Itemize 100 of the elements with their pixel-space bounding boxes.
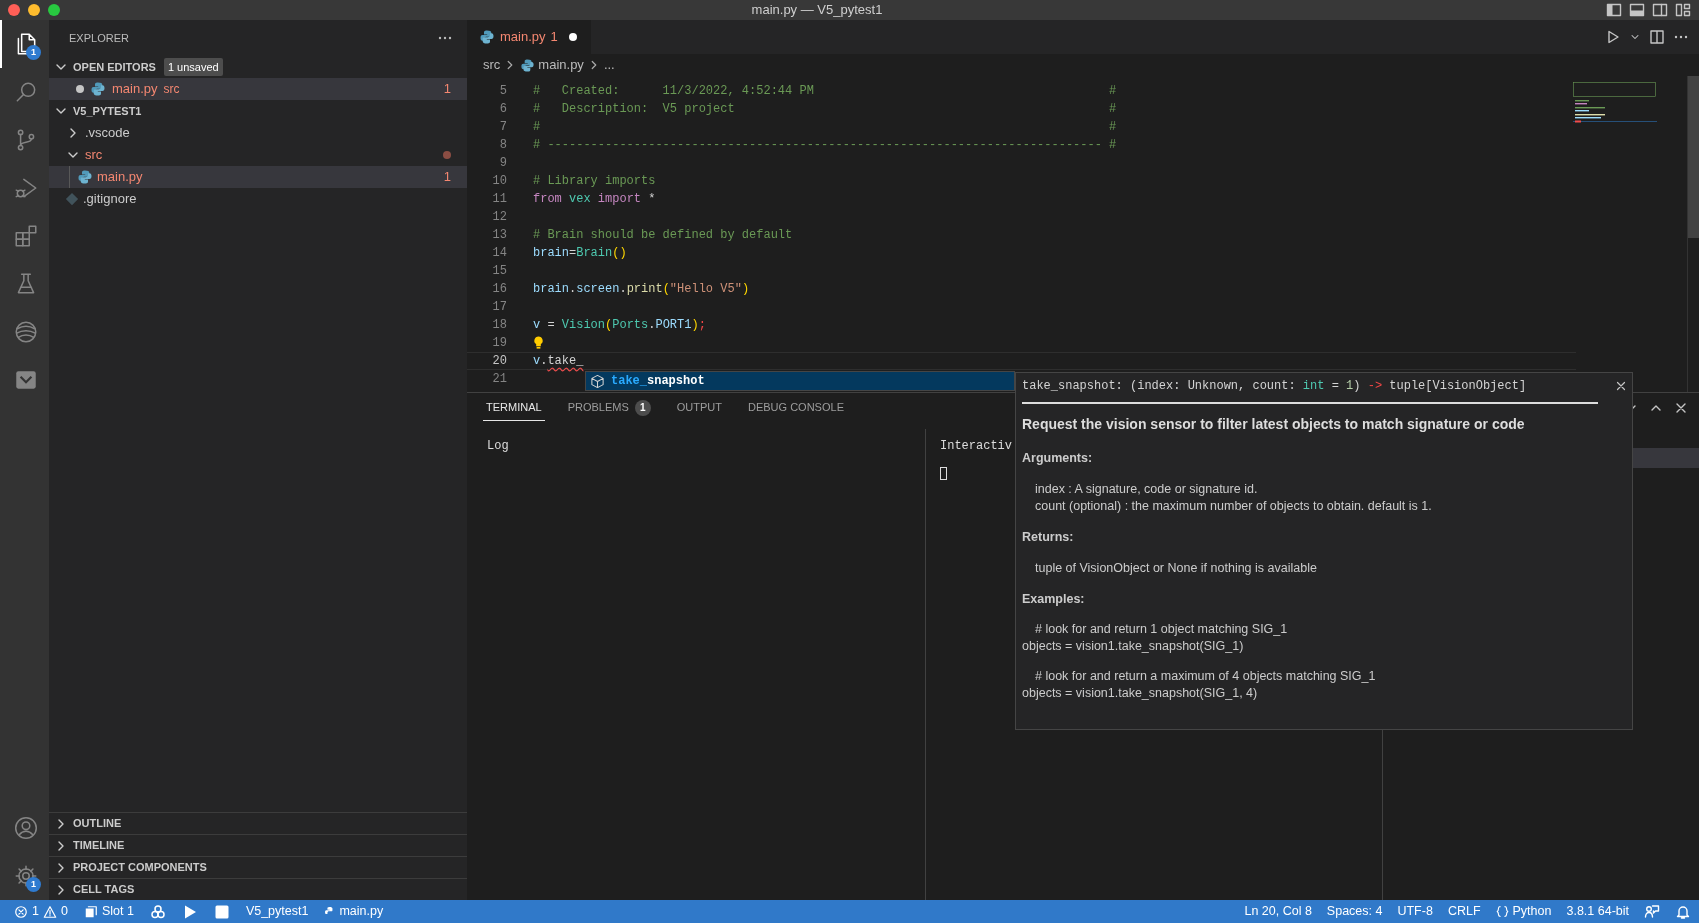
breadcrumb-item[interactable]: ... — [603, 55, 615, 75]
doc-text: # look for and return a maximum of 4 objects matching SIG_1 — [1034, 668, 1376, 686]
section-header[interactable]: TIMELINE — [49, 834, 467, 856]
line-number: 20 — [491, 353, 507, 370]
section-header[interactable]: OUTLINE — [49, 812, 467, 834]
panel-tab[interactable]: DEBUG CONSOLE — [745, 395, 847, 421]
language-name: Python — [1512, 903, 1552, 921]
slot-status[interactable]: Slot 1 — [83, 902, 134, 921]
doc-text: index : A signature, code or signature id. — [1034, 480, 1258, 498]
file-name: .gitignore — [83, 190, 137, 209]
line-number: 5 — [498, 83, 507, 100]
minimize-window-button[interactable] — [28, 4, 40, 16]
open-editor-item[interactable]: main.py src 1 — [49, 78, 467, 100]
close-window-button[interactable] — [8, 4, 20, 16]
line-number: 18 — [491, 317, 507, 334]
status-item[interactable]: CRLF — [1447, 902, 1481, 921]
tree-item[interactable]: .vscode — [49, 122, 467, 144]
status-item[interactable]: UTF-8 — [1397, 902, 1433, 921]
panel-tab[interactable]: OUTPUT — [673, 395, 725, 421]
feedback-icon[interactable] — [1644, 903, 1660, 920]
code-line: # Brain should be defined by default — [533, 227, 793, 244]
breadcrumb-item[interactable]: main.py — [538, 55, 584, 75]
suggestion-text: take_snapshot — [611, 373, 705, 390]
line-number: 17 — [491, 299, 507, 316]
language-status[interactable]: Python — [1495, 902, 1552, 921]
diamond-icon — [65, 192, 79, 206]
line-number: 6 — [498, 101, 507, 118]
line-number: 13 — [491, 227, 507, 244]
layout-icon[interactable] — [1675, 2, 1691, 18]
line-number: 14 — [491, 245, 507, 262]
file-name: main.py — [339, 903, 384, 921]
doc-text: objects = vision1.take_snapshot(SIG_1, 4) — [1022, 685, 1258, 703]
error-count: 1 — [32, 903, 39, 921]
error-icon — [14, 904, 28, 919]
manage-button[interactable]: 1 — [0, 852, 49, 900]
split-editor-icon[interactable] — [1649, 29, 1665, 45]
file-name: main.py — [112, 80, 158, 99]
line-number: 8 — [498, 137, 507, 154]
editor-tab[interactable]: main.py 1 — [467, 20, 591, 54]
comment-text: # — [1109, 83, 1117, 100]
lightbulb-icon[interactable] — [531, 335, 546, 350]
section-header[interactable]: OPEN EDITORS 1 unsaved — [49, 56, 467, 78]
code-line: from vex import * — [533, 191, 656, 208]
window-title: main.py — V5_pytest1 — [750, 1, 884, 20]
error-dot — [443, 151, 451, 159]
secondary-sidebar-icon[interactable] — [1652, 2, 1668, 18]
status-item[interactable]: Spaces: 4 — [1326, 902, 1383, 921]
scrollbar-thumb[interactable] — [1688, 76, 1699, 238]
code-line: # — [533, 119, 541, 136]
file-status[interactable]: main.py — [324, 902, 384, 921]
doc-label: Returns: — [1022, 528, 1074, 546]
slot-label: Slot 1 — [101, 903, 134, 921]
status-item[interactable]: Ln 20, Col 8 — [1244, 902, 1312, 921]
doc-heading: Request the vision sensor to filter latest objects to match signature or code — [1022, 415, 1526, 434]
python-icon — [77, 169, 93, 185]
doc-text: count (optional) : the maximum number of objects to obtain. default is 1. — [1034, 497, 1432, 515]
doc-text: tuple of VisionObject or None if nothing is available — [1034, 559, 1317, 577]
bell-icon[interactable] — [1675, 903, 1691, 920]
python-icon — [520, 57, 536, 73]
stop-icon[interactable] — [213, 903, 230, 920]
python-icon — [479, 29, 495, 45]
line-number: 16 — [491, 281, 507, 298]
section-header[interactable]: PROJECT COMPONENTS — [49, 856, 467, 878]
tree-item[interactable]: main.py 1 — [49, 166, 467, 188]
close-icon[interactable] — [1614, 379, 1628, 393]
cluster-icon[interactable] — [149, 903, 166, 920]
code-line: # Description: V5 project — [533, 101, 735, 118]
count-badge: 1 — [634, 399, 651, 416]
line-number: 12 — [491, 209, 507, 226]
unsaved-badge: 1 unsaved — [163, 57, 223, 77]
section-header[interactable]: V5_PYTEST1 — [49, 100, 467, 122]
code-line: v.take_ — [533, 353, 584, 370]
file-name: main.py — [97, 168, 143, 187]
comment-text: # — [1109, 119, 1117, 136]
zoom-window-button[interactable] — [48, 4, 60, 16]
panel-tab[interactable]: PROBLEMS 1 — [564, 395, 654, 421]
pane-title: Log — [487, 438, 509, 455]
doc-text: # look for and return 1 object matching SIG_1 — [1034, 621, 1288, 639]
problems-status[interactable]: 1 0 — [14, 902, 68, 921]
count-badge: 1 — [26, 877, 41, 892]
status-item[interactable]: 3.8.1 64-bit — [1566, 902, 1629, 921]
suggestion-item[interactable]: take_snapshot — [586, 372, 1014, 390]
folder-name: .vscode — [85, 124, 130, 143]
code-line: brain=Brain() — [533, 245, 627, 262]
problem-count: 1 — [550, 28, 558, 47]
status-item[interactable]: V5_pytest1 — [245, 902, 309, 921]
run-icon[interactable] — [1605, 29, 1621, 45]
code-line: # Created: 11/3/2022, 4:52:44 PM — [533, 83, 814, 100]
tree-item[interactable]: .gitignore — [49, 188, 467, 210]
folder-label: src — [163, 81, 180, 98]
account-icon — [12, 815, 39, 841]
panel-toggle-icon[interactable] — [1629, 2, 1645, 18]
breadcrumb-item[interactable]: src — [483, 55, 501, 75]
comment-text: # — [1109, 137, 1117, 154]
tree-item[interactable]: src — [49, 144, 467, 166]
panel-tab[interactable]: TERMINAL — [483, 395, 545, 421]
line-number: 10 — [491, 173, 507, 190]
doc-label: Examples: — [1022, 590, 1085, 608]
python-icon — [90, 81, 106, 97]
sidebar-toggle-icon[interactable] — [1606, 2, 1622, 18]
